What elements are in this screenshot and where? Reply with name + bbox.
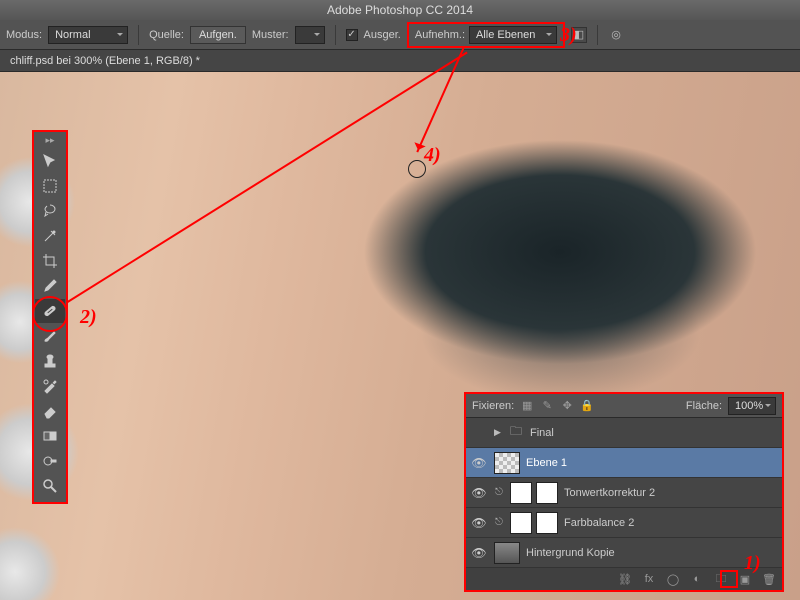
app-title: Adobe Photoshop CC 2014 [0, 0, 800, 20]
layer-mask-thumbnail[interactable] [536, 482, 558, 504]
options-bar: Modus: Normal Quelle: Aufgen. Muster: Au… [0, 20, 800, 50]
folder-icon: 🗀 [510, 422, 524, 443]
fx-icon[interactable]: fx [642, 573, 656, 585]
link-layers-icon[interactable]: ⛓ [618, 573, 632, 586]
muster-select[interactable] [295, 26, 325, 44]
zoom-tool-icon[interactable] [35, 474, 65, 498]
divider [597, 25, 598, 45]
annotation-circle-2 [32, 296, 68, 332]
link-icon[interactable]: ⎋ [494, 487, 504, 498]
visibility-toggle-icon[interactable]: 👁 [470, 516, 488, 530]
divider [138, 25, 139, 45]
lock-image-icon[interactable]: ✎ [540, 399, 554, 413]
layer-name[interactable]: Farbbalance 2 [564, 517, 634, 529]
quelle-label: Quelle: [149, 29, 184, 41]
link-icon[interactable]: ⎋ [494, 517, 504, 528]
layer-row-ebene1[interactable]: 👁 Ebene 1 [466, 448, 782, 478]
layer-row-tonwert[interactable]: 👁 ⎋ Tonwertkorrektur 2 [466, 478, 782, 508]
layer-row-final[interactable]: ▶ 🗀 Final [466, 418, 782, 448]
visibility-toggle-icon[interactable]: 👁 [470, 486, 488, 500]
layer-thumbnail[interactable] [494, 542, 520, 564]
layer-name[interactable]: Hintergrund Kopie [526, 547, 615, 559]
wand-tool-icon[interactable] [35, 224, 65, 248]
lock-transparency-icon[interactable]: ▦ [520, 399, 534, 413]
pressure-icon[interactable]: ◎ [608, 27, 624, 43]
layer-name[interactable]: Final [530, 427, 554, 439]
flaeche-label: Fläche: [686, 400, 722, 412]
aufnehm-select[interactable]: Alle Ebenen [469, 26, 557, 44]
annotation-4: 4) [424, 144, 441, 167]
layer-row-hintergrund[interactable]: 👁 Hintergrund Kopie [466, 538, 782, 568]
stamp-tool-icon[interactable] [35, 349, 65, 373]
folder-expand-icon[interactable]: ▶ [494, 427, 504, 438]
fill-opacity-input[interactable]: 100% [728, 397, 776, 415]
layer-name[interactable]: Tonwertkorrektur 2 [564, 487, 655, 499]
layer-thumbnail[interactable] [494, 452, 520, 474]
gradient-tool-icon[interactable] [35, 424, 65, 448]
marquee-tool-icon[interactable] [35, 174, 65, 198]
history-brush-tool-icon[interactable] [35, 374, 65, 398]
annotation-2: 2) [80, 306, 97, 329]
move-tool-icon[interactable] [35, 149, 65, 173]
dodge-tool-icon[interactable] [35, 449, 65, 473]
muster-label: Muster: [252, 29, 289, 41]
annotation-1: 1) [744, 552, 761, 575]
ausger-label: Ausger. [364, 29, 401, 41]
document-tab[interactable]: chliff.psd bei 300% (Ebene 1, RGB/8) * [0, 50, 800, 72]
annotation-3: 3) [560, 24, 577, 47]
eraser-tool-icon[interactable] [35, 399, 65, 423]
annotation-box-1 [720, 570, 738, 588]
adjustment-thumbnail[interactable] [510, 512, 532, 534]
adjustment-icon[interactable]: ◐ [690, 573, 704, 585]
modus-select[interactable]: Normal [48, 26, 128, 44]
adjustment-thumbnail[interactable] [510, 482, 532, 504]
layer-name[interactable]: Ebene 1 [526, 457, 567, 469]
layer-row-farbbalance[interactable]: 👁 ⎋ Farbbalance 2 [466, 508, 782, 538]
eyedropper-tool-icon[interactable] [35, 274, 65, 298]
layer-mask-thumbnail[interactable] [536, 512, 558, 534]
toolbar-collapse-icon[interactable]: ▸▸ [35, 135, 65, 145]
aufnehm-label: Aufnehm.: [415, 29, 465, 41]
crop-tool-icon[interactable] [35, 249, 65, 273]
layers-panel: Fixieren: ▦ ✎ ✥ 🔒 Fläche: 100% ▶ 🗀 Final… [464, 392, 784, 592]
ausger-checkbox[interactable] [346, 29, 358, 41]
lasso-tool-icon[interactable] [35, 199, 65, 223]
lock-position-icon[interactable]: ✥ [560, 399, 574, 413]
aufnehm-group: Aufnehm.: Alle Ebenen [407, 22, 565, 48]
divider [335, 25, 336, 45]
delete-icon[interactable]: 🗑 [762, 573, 776, 586]
fixieren-label: Fixieren: [472, 400, 514, 412]
mask-icon[interactable]: ◯ [666, 573, 680, 586]
modus-label: Modus: [6, 29, 42, 41]
layers-lock-row: Fixieren: ▦ ✎ ✥ 🔒 Fläche: 100% [466, 394, 782, 418]
lock-all-icon[interactable]: 🔒 [580, 399, 594, 413]
visibility-toggle-icon[interactable]: 👁 [470, 456, 488, 470]
visibility-toggle-icon[interactable]: 👁 [470, 546, 488, 560]
aufgenommen-button[interactable]: Aufgen. [190, 26, 246, 44]
